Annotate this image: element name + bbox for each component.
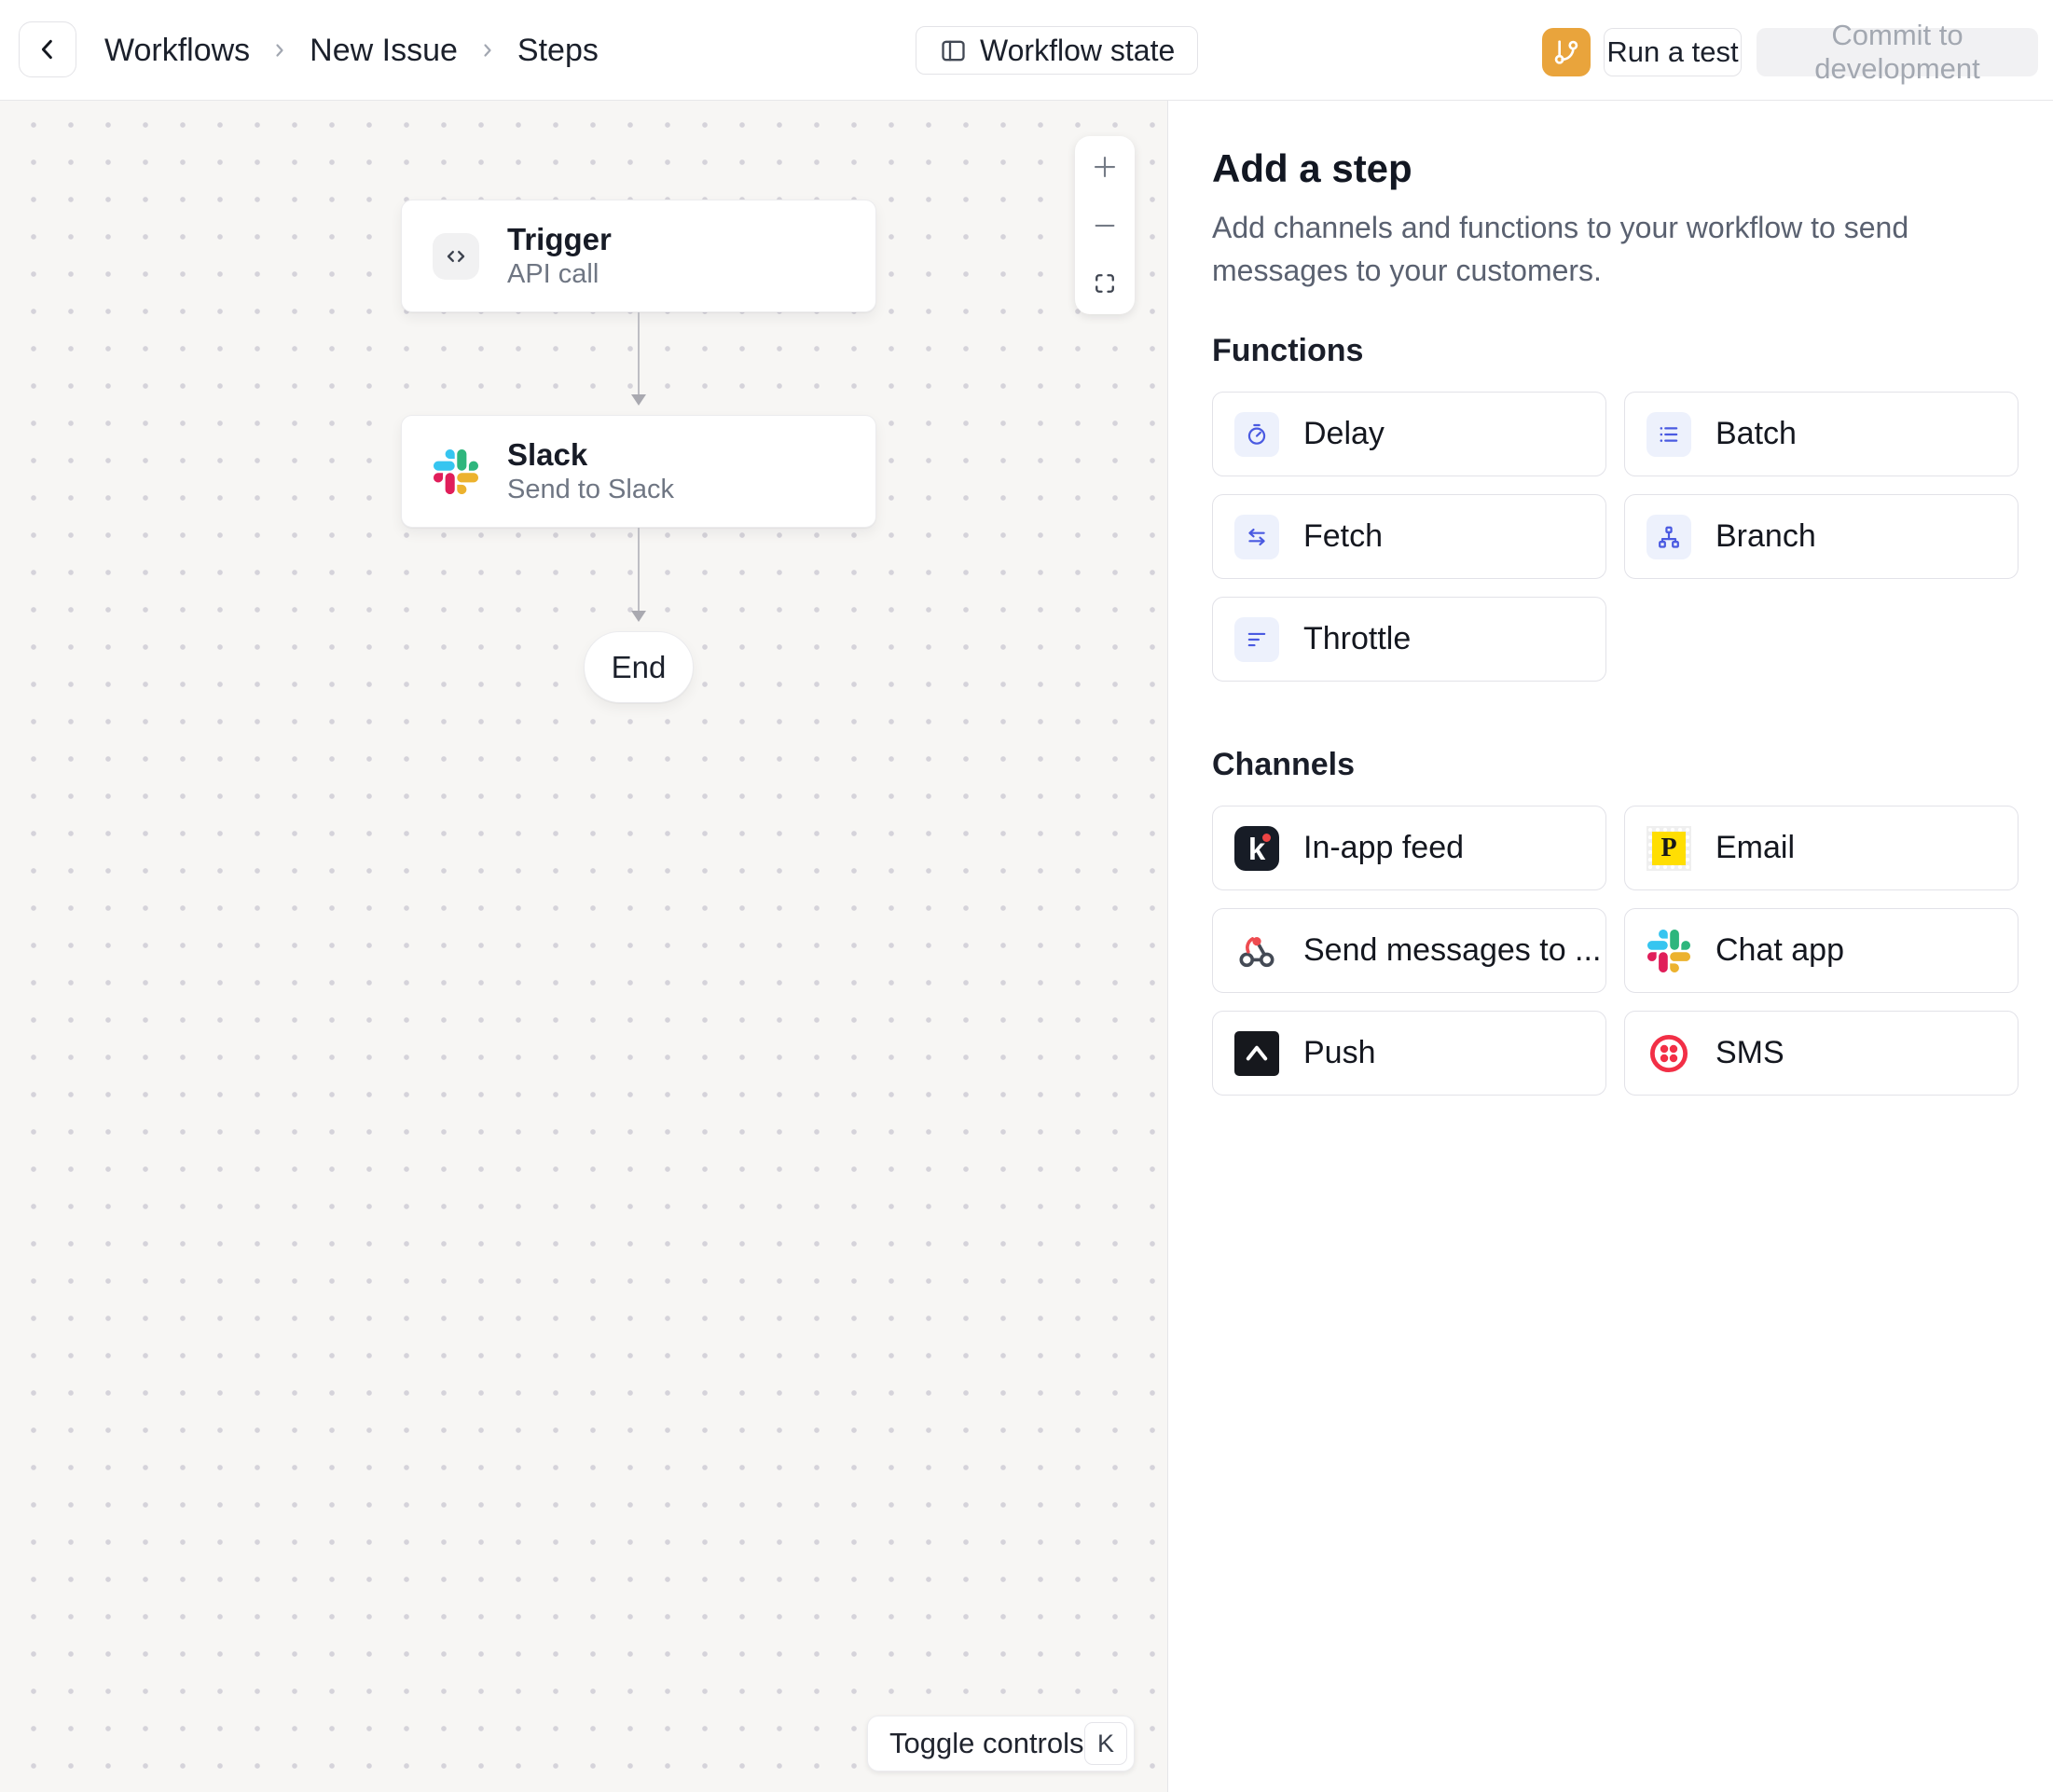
panel-title: Add a step <box>1212 147 2015 190</box>
add-step-panel: Add a step Add channels and functions to… <box>1168 101 2053 1792</box>
workflow-canvas[interactable]: Trigger API call Slack Send to Slack En <box>0 101 1168 1792</box>
trigger-node[interactable]: Trigger API call <box>401 200 876 312</box>
run-a-test-button[interactable]: Run a test <box>1604 28 1742 76</box>
chevron-right-icon <box>476 39 499 62</box>
expo-logo-icon <box>1234 1031 1279 1076</box>
tile-label: Batch <box>1715 416 1797 452</box>
slack-node-subtitle: Send to Slack <box>507 476 674 503</box>
chevron-left-icon <box>33 34 62 64</box>
zoom-out-button[interactable] <box>1075 198 1135 254</box>
channel-tile-email[interactable]: P Email <box>1624 806 2019 890</box>
chevron-right-icon <box>269 39 291 62</box>
flow-arrow <box>638 312 640 404</box>
tile-label: Email <box>1715 830 1795 866</box>
channel-tile-sms[interactable]: SMS <box>1624 1011 2019 1096</box>
breadcrumb: Workflows New Issue Steps <box>104 0 599 101</box>
tile-label: Throttle <box>1303 621 1411 657</box>
tile-label: Branch <box>1715 518 1816 555</box>
keyboard-shortcut-badge: K <box>1084 1722 1127 1765</box>
workflow-state-label: Workflow state <box>980 34 1175 68</box>
tile-label: Chat app <box>1715 932 1844 969</box>
trigger-node-title: Trigger <box>507 224 612 255</box>
slack-logo-icon <box>1647 929 1691 973</box>
throttle-filter-icon <box>1234 617 1279 662</box>
postmark-logo-icon: P <box>1647 826 1691 871</box>
top-bar: Workflows New Issue Steps Workflow state… <box>0 0 2053 101</box>
webhook-icon <box>1234 929 1279 973</box>
channel-tile-in-app-feed[interactable]: k In-app feed <box>1212 806 1606 890</box>
workflow-editor: Workflows New Issue Steps Workflow state… <box>0 0 2053 1792</box>
toggle-controls-label: Toggle controls <box>889 1727 1084 1760</box>
functions-heading: Functions <box>1212 333 2015 369</box>
function-tile-fetch[interactable]: Fetch <box>1212 494 1606 579</box>
flow-arrow <box>638 528 640 620</box>
zoom-in-icon <box>1091 153 1119 181</box>
batch-list-icon <box>1647 412 1691 457</box>
channels-heading: Channels <box>1212 747 2015 783</box>
function-tile-branch[interactable]: Branch <box>1624 494 2019 579</box>
end-node[interactable]: End <box>584 631 694 703</box>
back-button[interactable] <box>19 21 76 77</box>
git-branch-icon <box>1551 37 1581 67</box>
zoom-in-button[interactable] <box>1075 139 1135 195</box>
channel-tile-webhook[interactable]: Send messages to ... <box>1212 908 1606 993</box>
knock-logo-icon: k <box>1234 826 1279 871</box>
functions-grid: Delay Batch Fetch Branch <box>1212 392 2015 682</box>
function-tile-throttle[interactable]: Throttle <box>1212 597 1606 682</box>
commit-to-development-button[interactable]: Commit to development <box>1757 28 2038 76</box>
toggle-controls-button[interactable]: Toggle controls K <box>867 1716 1135 1771</box>
tile-label: Delay <box>1303 416 1385 452</box>
twilio-logo-icon <box>1647 1031 1691 1076</box>
breadcrumb-workflows[interactable]: Workflows <box>104 33 250 69</box>
code-icon <box>433 233 479 280</box>
breadcrumb-steps[interactable]: Steps <box>517 33 599 69</box>
slack-node-title: Slack <box>507 439 674 470</box>
fetch-arrows-icon <box>1234 515 1279 559</box>
canvas-zoom-controls <box>1075 136 1135 314</box>
channel-tile-push[interactable]: Push <box>1212 1011 1606 1096</box>
channels-grid: k In-app feed P Email <box>1212 806 2015 1096</box>
channel-tile-chat-app[interactable]: Chat app <box>1624 908 2019 993</box>
tile-label: Fetch <box>1303 518 1383 555</box>
fit-view-icon <box>1092 270 1118 296</box>
workflow-state-button[interactable]: Workflow state <box>916 26 1198 75</box>
slack-step-node[interactable]: Slack Send to Slack <box>401 415 876 528</box>
trigger-node-subtitle: API call <box>507 261 612 288</box>
delay-timer-icon <box>1234 412 1279 457</box>
panel-left-icon <box>939 36 968 65</box>
fit-view-button[interactable] <box>1075 255 1135 311</box>
slack-logo-icon <box>433 448 479 495</box>
function-tile-delay[interactable]: Delay <box>1212 392 1606 476</box>
tile-label: In-app feed <box>1303 830 1464 866</box>
function-tile-batch[interactable]: Batch <box>1624 392 2019 476</box>
tile-label: SMS <box>1715 1035 1784 1071</box>
branch-tree-icon <box>1647 515 1691 559</box>
zoom-out-icon <box>1091 212 1119 240</box>
tile-label: Push <box>1303 1035 1376 1071</box>
environment-button[interactable] <box>1542 28 1591 76</box>
breadcrumb-new-issue[interactable]: New Issue <box>310 33 458 69</box>
end-node-label: End <box>612 650 667 685</box>
panel-description: Add channels and functions to your workf… <box>1212 207 2036 292</box>
tile-label: Send messages to ... <box>1303 932 1601 969</box>
